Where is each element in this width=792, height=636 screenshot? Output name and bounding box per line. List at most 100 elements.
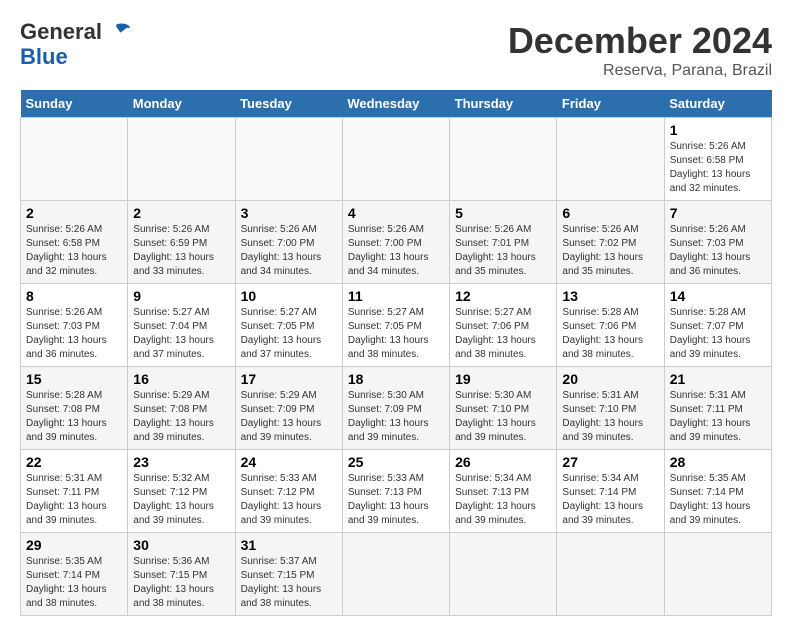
day-number: 3 — [241, 205, 337, 221]
calendar-day-cell: 12 Sunrise: 5:27 AMSunset: 7:06 PMDaylig… — [450, 284, 557, 367]
calendar-day-cell: 22 Sunrise: 5:31 AMSunset: 7:11 PMDaylig… — [21, 450, 128, 533]
day-info: Sunrise: 5:37 AMSunset: 7:15 PMDaylight:… — [241, 556, 322, 609]
calendar-day-cell: 13 Sunrise: 5:28 AMSunset: 7:06 PMDaylig… — [557, 284, 664, 367]
day-info: Sunrise: 5:27 AMSunset: 7:05 PMDaylight:… — [348, 307, 429, 360]
calendar-day-cell: 16 Sunrise: 5:29 AMSunset: 7:08 PMDaylig… — [128, 367, 235, 450]
calendar-day-cell: 7 Sunrise: 5:26 AMSunset: 7:03 PMDayligh… — [664, 201, 771, 284]
day-number: 25 — [348, 454, 444, 470]
day-info: Sunrise: 5:26 AMSunset: 6:58 PMDaylight:… — [670, 141, 751, 194]
day-number: 13 — [562, 288, 658, 304]
day-info: Sunrise: 5:31 AMSunset: 7:11 PMDaylight:… — [26, 473, 107, 526]
empty-cell — [342, 533, 449, 616]
empty-cell — [557, 118, 664, 201]
empty-cell — [557, 533, 664, 616]
day-number: 26 — [455, 454, 551, 470]
day-info: Sunrise: 5:26 AMSunset: 7:00 PMDaylight:… — [241, 224, 322, 277]
calendar-day-cell: 24 Sunrise: 5:33 AMSunset: 7:12 PMDaylig… — [235, 450, 342, 533]
month-title: December 2024 — [508, 20, 772, 62]
empty-cell — [450, 118, 557, 201]
empty-cell — [342, 118, 449, 201]
logo: General Blue — [20, 20, 132, 69]
day-info: Sunrise: 5:36 AMSunset: 7:15 PMDaylight:… — [133, 556, 214, 609]
day-number: 20 — [562, 371, 658, 387]
day-number: 28 — [670, 454, 766, 470]
calendar-day-cell: 2 Sunrise: 5:26 AMSunset: 6:59 PMDayligh… — [128, 201, 235, 284]
day-number: 2 — [26, 205, 122, 221]
calendar-day-cell: 11 Sunrise: 5:27 AMSunset: 7:05 PMDaylig… — [342, 284, 449, 367]
day-number: 27 — [562, 454, 658, 470]
day-number: 7 — [670, 205, 766, 221]
logo-general: General — [20, 20, 102, 44]
calendar-day-cell: 25 Sunrise: 5:33 AMSunset: 7:13 PMDaylig… — [342, 450, 449, 533]
day-info: Sunrise: 5:26 AMSunset: 7:01 PMDaylight:… — [455, 224, 536, 277]
calendar-day-cell: 10 Sunrise: 5:27 AMSunset: 7:05 PMDaylig… — [235, 284, 342, 367]
day-info: Sunrise: 5:35 AMSunset: 7:14 PMDaylight:… — [26, 556, 107, 609]
col-saturday: Saturday — [664, 90, 771, 118]
day-info: Sunrise: 5:26 AMSunset: 6:58 PMDaylight:… — [26, 224, 107, 277]
day-number: 19 — [455, 371, 551, 387]
calendar-day-cell: 9 Sunrise: 5:27 AMSunset: 7:04 PMDayligh… — [128, 284, 235, 367]
calendar-day-cell: 5 Sunrise: 5:26 AMSunset: 7:01 PMDayligh… — [450, 201, 557, 284]
empty-cell — [21, 118, 128, 201]
calendar-day-cell: 30 Sunrise: 5:36 AMSunset: 7:15 PMDaylig… — [128, 533, 235, 616]
day-number: 29 — [26, 537, 122, 553]
day-number: 6 — [562, 205, 658, 221]
calendar-day-cell: 6 Sunrise: 5:26 AMSunset: 7:02 PMDayligh… — [557, 201, 664, 284]
empty-cell — [450, 533, 557, 616]
calendar-day-cell: 17 Sunrise: 5:29 AMSunset: 7:09 PMDaylig… — [235, 367, 342, 450]
calendar-day-cell: 27 Sunrise: 5:34 AMSunset: 7:14 PMDaylig… — [557, 450, 664, 533]
day-info: Sunrise: 5:30 AMSunset: 7:09 PMDaylight:… — [348, 390, 429, 443]
day-info: Sunrise: 5:26 AMSunset: 7:02 PMDaylight:… — [562, 224, 643, 277]
col-thursday: Thursday — [450, 90, 557, 118]
day-info: Sunrise: 5:35 AMSunset: 7:14 PMDaylight:… — [670, 473, 751, 526]
page-header: General Blue December 2024 Reserva, Para… — [20, 20, 772, 80]
day-info: Sunrise: 5:26 AMSunset: 6:59 PMDaylight:… — [133, 224, 214, 277]
calendar-day-cell: 20 Sunrise: 5:31 AMSunset: 7:10 PMDaylig… — [557, 367, 664, 450]
calendar-day-cell: 23 Sunrise: 5:32 AMSunset: 7:12 PMDaylig… — [128, 450, 235, 533]
calendar-table: Sunday Monday Tuesday Wednesday Thursday… — [20, 90, 772, 616]
day-number: 4 — [348, 205, 444, 221]
day-info: Sunrise: 5:27 AMSunset: 7:04 PMDaylight:… — [133, 307, 214, 360]
day-number: 18 — [348, 371, 444, 387]
calendar-day-cell: 4 Sunrise: 5:26 AMSunset: 7:00 PMDayligh… — [342, 201, 449, 284]
day-number: 16 — [133, 371, 229, 387]
day-number: 31 — [241, 537, 337, 553]
week-row-6: 29 Sunrise: 5:35 AMSunset: 7:14 PMDaylig… — [21, 533, 772, 616]
day-info: Sunrise: 5:34 AMSunset: 7:13 PMDaylight:… — [455, 473, 536, 526]
week-row-4: 15 Sunrise: 5:28 AMSunset: 7:08 PMDaylig… — [21, 367, 772, 450]
logo-text: General Blue — [20, 20, 132, 69]
calendar-day-cell: 21 Sunrise: 5:31 AMSunset: 7:11 PMDaylig… — [664, 367, 771, 450]
week-row-1: 1 Sunrise: 5:26 AMSunset: 6:58 PMDayligh… — [21, 118, 772, 201]
calendar-day-cell: 28 Sunrise: 5:35 AMSunset: 7:14 PMDaylig… — [664, 450, 771, 533]
day-info: Sunrise: 5:30 AMSunset: 7:10 PMDaylight:… — [455, 390, 536, 443]
calendar-day-cell: 26 Sunrise: 5:34 AMSunset: 7:13 PMDaylig… — [450, 450, 557, 533]
empty-cell — [235, 118, 342, 201]
day-number: 11 — [348, 288, 444, 304]
day-info: Sunrise: 5:29 AMSunset: 7:08 PMDaylight:… — [133, 390, 214, 443]
day-info: Sunrise: 5:34 AMSunset: 7:14 PMDaylight:… — [562, 473, 643, 526]
calendar-day-cell: 3 Sunrise: 5:26 AMSunset: 7:00 PMDayligh… — [235, 201, 342, 284]
day-info: Sunrise: 5:29 AMSunset: 7:09 PMDaylight:… — [241, 390, 322, 443]
calendar-day-cell: 1 Sunrise: 5:26 AMSunset: 6:58 PMDayligh… — [664, 118, 771, 201]
calendar-day-cell: 15 Sunrise: 5:28 AMSunset: 7:08 PMDaylig… — [21, 367, 128, 450]
day-info: Sunrise: 5:31 AMSunset: 7:11 PMDaylight:… — [670, 390, 751, 443]
col-monday: Monday — [128, 90, 235, 118]
col-tuesday: Tuesday — [235, 90, 342, 118]
day-number: 15 — [26, 371, 122, 387]
col-sunday: Sunday — [21, 90, 128, 118]
day-number: 24 — [241, 454, 337, 470]
day-number: 9 — [133, 288, 229, 304]
calendar-day-cell: 29 Sunrise: 5:35 AMSunset: 7:14 PMDaylig… — [21, 533, 128, 616]
day-number: 21 — [670, 371, 766, 387]
day-number: 5 — [455, 205, 551, 221]
location: Reserva, Parana, Brazil — [508, 62, 772, 80]
calendar-day-cell: 2 Sunrise: 5:26 AMSunset: 6:58 PMDayligh… — [21, 201, 128, 284]
day-number: 30 — [133, 537, 229, 553]
day-info: Sunrise: 5:26 AMSunset: 7:03 PMDaylight:… — [26, 307, 107, 360]
day-info: Sunrise: 5:32 AMSunset: 7:12 PMDaylight:… — [133, 473, 214, 526]
day-number: 10 — [241, 288, 337, 304]
day-info: Sunrise: 5:26 AMSunset: 7:00 PMDaylight:… — [348, 224, 429, 277]
day-number: 8 — [26, 288, 122, 304]
day-number: 23 — [133, 454, 229, 470]
day-info: Sunrise: 5:33 AMSunset: 7:12 PMDaylight:… — [241, 473, 322, 526]
